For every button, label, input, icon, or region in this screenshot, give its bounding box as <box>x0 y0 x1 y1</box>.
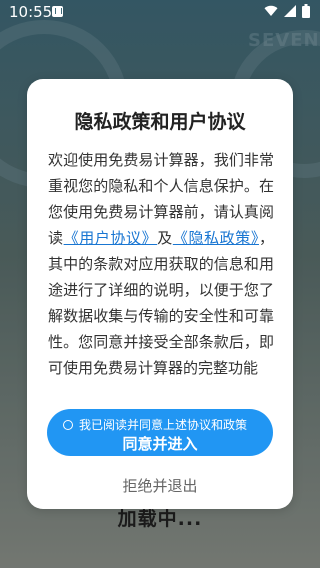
agree-checkbox-label: 我已阅读并同意上述协议和政策 <box>79 418 248 432</box>
status-time: 10:55 <box>9 3 53 21</box>
dialog-title: 隐私政策和用户协议 <box>74 111 246 133</box>
user-agreement-link[interactable]: 《用户协议》 <box>64 229 158 247</box>
agree-button-label: 同意并进入 <box>122 435 198 453</box>
privacy-dialog: 隐私政策和用户协议 欢迎使用免费易计算器，我们非常重视您的隐私和个人信息保护。在… <box>27 79 293 509</box>
agree-checkbox[interactable]: 我已阅读并同意上述协议和政策 <box>63 416 247 433</box>
dialog-body-connector: 及 <box>157 229 173 247</box>
signal-icon <box>284 5 296 17</box>
status-bar: 10:55 <box>0 0 320 24</box>
dialog-body-text-2: ，其中的条款对应用获取的信息和用途进行了详细的说明，以便于您了解数据收集与传输的… <box>48 229 274 377</box>
privacy-policy-link[interactable]: 《隐私政策》 <box>173 229 259 247</box>
notification-a-icon <box>52 6 63 17</box>
reject-button[interactable]: 拒绝并退出 <box>27 475 293 496</box>
dialog-body: 欢迎使用免费易计算器，我们非常重视您的隐私和个人信息保护。在您使用免费易计算器前… <box>48 147 274 381</box>
wifi-icon <box>264 5 278 17</box>
battery-icon <box>302 4 310 18</box>
radio-icon[interactable] <box>63 419 73 430</box>
agree-button[interactable]: 我已阅读并同意上述协议和政策 同意并进入 <box>47 409 273 456</box>
status-icons <box>264 4 310 18</box>
